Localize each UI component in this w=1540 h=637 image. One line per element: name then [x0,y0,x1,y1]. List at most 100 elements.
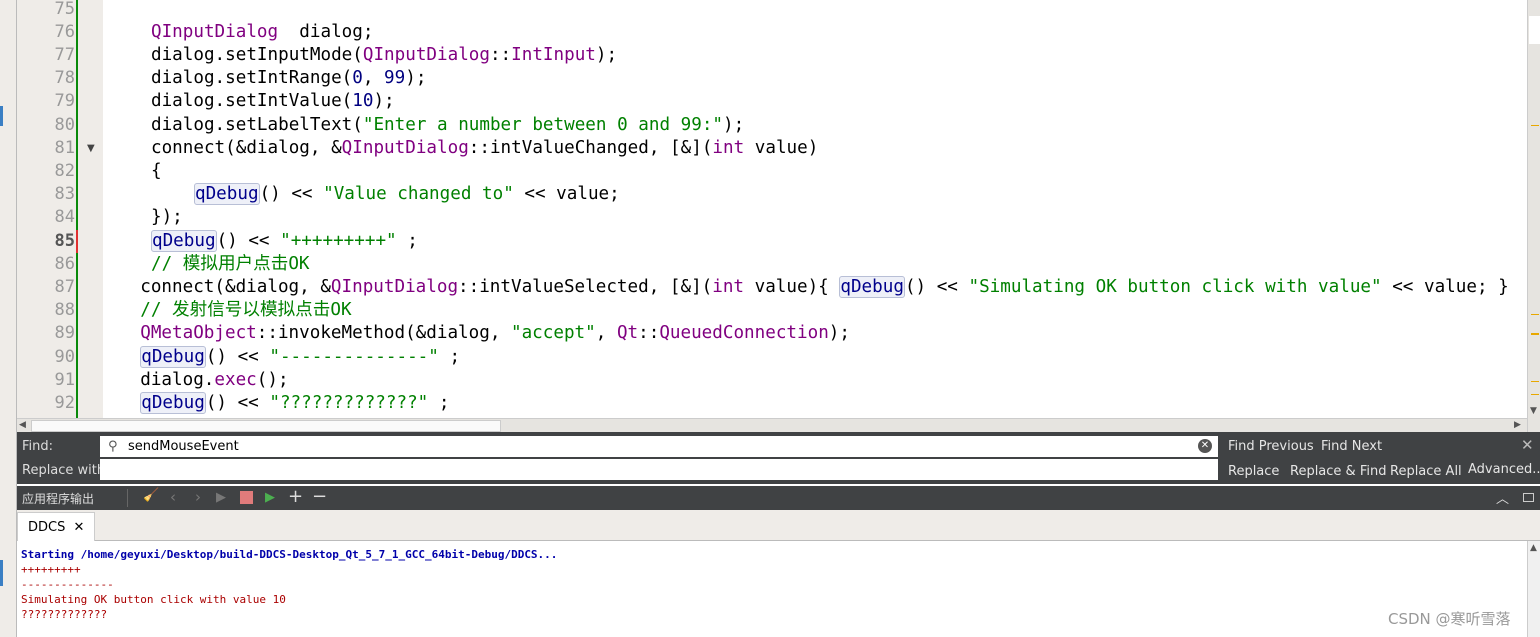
stop-icon[interactable] [240,491,253,504]
code-token: dialog.setLabelText( [151,114,363,135]
output-pane-title: 应用程序输出 [22,492,95,506]
scroll-left-icon[interactable]: ◀ [19,420,26,430]
line-number: 77 [54,45,75,65]
code-token: { [151,161,162,181]
line-number: 81 [54,137,75,158]
code-token: 99 [384,68,406,89]
editor-vertical-scrollbar[interactable]: ▼ [1527,0,1540,432]
find-replace-bar: Find: Replace with: ⚲ sendMouseEvent ✕ Fin… [17,432,1540,484]
line-number: 86 [54,253,75,274]
replace-button[interactable]: Replace [1228,464,1279,479]
line-number: 82 [54,161,75,181]
advanced-button[interactable]: Advanced... [1468,462,1540,477]
code-token: :: [638,323,660,344]
application-output[interactable]: Starting /home/geyuxi/Desktop/build-DDCS… [17,541,1527,637]
replace-all-button[interactable]: Replace All [1390,464,1462,479]
code-line[interactable]: qDebug() << "+++++++++" ; [151,229,418,253]
tab-label: DDCS [28,520,66,535]
qdebug-token: qDebug [839,276,905,298]
run-icon[interactable]: ▶ [216,490,226,505]
replace-input[interactable] [100,459,1218,480]
code-token: () << [259,184,324,205]
code-token: ::invokeMethod(&dialog, [256,323,511,344]
code-line[interactable]: dialog.setIntValue(10); [151,90,395,113]
code-token: :: [489,45,512,65]
zoom-out-icon[interactable]: − [312,486,327,507]
tab-ddcs[interactable]: DDCS ✕ [17,512,95,542]
code-token: ::intValueChanged, [&]( [468,137,713,158]
code-token: ; [438,346,461,367]
qdebug-token: qDebug [140,345,206,368]
code-token: QInputDialog [151,21,279,42]
code-line[interactable]: connect(&dialog, &QInputDialog::intValue… [140,276,1509,299]
close-icon[interactable]: ✕ [1521,436,1534,454]
scroll-marker [1531,333,1539,335]
line-number: 91 [54,369,75,390]
code-token: "+++++++++" [280,230,397,251]
code-token: value) [744,137,819,158]
line-number: 88 [54,300,75,321]
scroll-marker [1531,314,1539,315]
close-tab-icon[interactable]: ✕ [74,520,85,535]
clear-icon[interactable]: ✕ [1198,439,1212,453]
output-line: -------------- [21,578,114,591]
code-token: dialog.setInputMode( [151,45,363,65]
next-icon[interactable]: › [195,488,201,506]
code-token: () << [205,346,270,367]
scroll-thumb[interactable] [1529,16,1540,44]
find-input[interactable]: ⚲ sendMouseEvent ✕ [100,436,1218,457]
code-line[interactable]: connect(&dialog, &QInputDialog::intValue… [151,137,818,160]
scroll-thumb[interactable] [31,420,501,432]
line-number: 90 [54,346,75,367]
code-line[interactable]: dialog.setInputMode(QInputDialog::IntInp… [151,44,617,67]
clear-output-icon[interactable]: 🧹 [143,488,159,503]
find-next-button[interactable]: Find Next [1321,439,1382,454]
debug-run-icon[interactable]: ▶ [265,490,275,505]
minimize-panel-icon[interactable] [1523,493,1534,502]
code-line[interactable]: qDebug() << "--------------" ; [140,345,461,369]
code-line[interactable]: qDebug() << "Value changed to" << value; [194,183,620,206]
output-scrollbar[interactable]: ▲ [1527,541,1540,637]
replace-find-button[interactable]: Replace & Find [1290,464,1386,479]
previous-icon[interactable]: ‹ [170,488,176,506]
code-token: , [595,323,617,344]
scroll-marker [1531,381,1539,382]
search-icon[interactable]: ⚲ [108,436,118,457]
output-tab-bar: DDCS ✕ [17,510,1540,542]
code-line[interactable]: dialog.setIntRange(0, 99); [151,67,426,90]
code-token: }); [151,207,183,228]
find-previous-button[interactable]: Find Previous [1228,439,1314,454]
code-editor[interactable]: QInputDialog dialog; dialog.setInputMode(… [103,0,1527,418]
fold-icon[interactable]: ▼ [87,143,95,154]
code-token: // 发射信号以模拟点击OK [140,300,352,321]
scroll-down-icon[interactable]: ▼ [1530,406,1537,416]
code-token: 10 [352,91,374,112]
code-token: QInputDialog [330,277,459,297]
line-number: 87 [54,277,75,297]
code-line[interactable]: }); [151,206,183,229]
code-token: ); [723,114,745,135]
zoom-in-icon[interactable]: + [288,486,303,507]
code-line[interactable]: QInputDialog dialog; [151,21,373,44]
maximize-icon[interactable]: ︿ [1496,488,1509,507]
code-token: QInputDialog [341,137,469,158]
code-line[interactable]: dialog.setLabelText("Enter a number betw… [151,114,744,137]
code-line[interactable]: // 发射信号以模拟点击OK [140,299,351,322]
scroll-up-icon[interactable]: ▲ [1530,543,1537,553]
code-token: QInputDialog [362,45,490,65]
code-token: ; [396,230,418,251]
code-token: "Enter a number between 0 and 99:" [362,114,723,135]
code-line[interactable]: // 模拟用户点击OK [151,253,310,276]
replace-label: Replace with: [22,463,110,478]
code-token: () << [904,277,969,297]
code-line[interactable]: qDebug() << "?????????????" ; [140,392,449,415]
scroll-right-icon[interactable]: ▶ [1514,420,1521,430]
code-line[interactable]: dialog.exec(); [140,369,288,392]
code-token: "Simulating OK button click with value" [968,277,1382,297]
line-number: 92 [54,393,75,413]
code-line[interactable]: QMetaObject::invokeMethod(&dialog, "acce… [140,322,850,345]
strip-marker [0,106,3,126]
code-line[interactable]: { [151,160,162,183]
code-token: () << [216,230,281,251]
editor-horizontal-scrollbar[interactable]: ◀ ▶ [17,418,1527,432]
